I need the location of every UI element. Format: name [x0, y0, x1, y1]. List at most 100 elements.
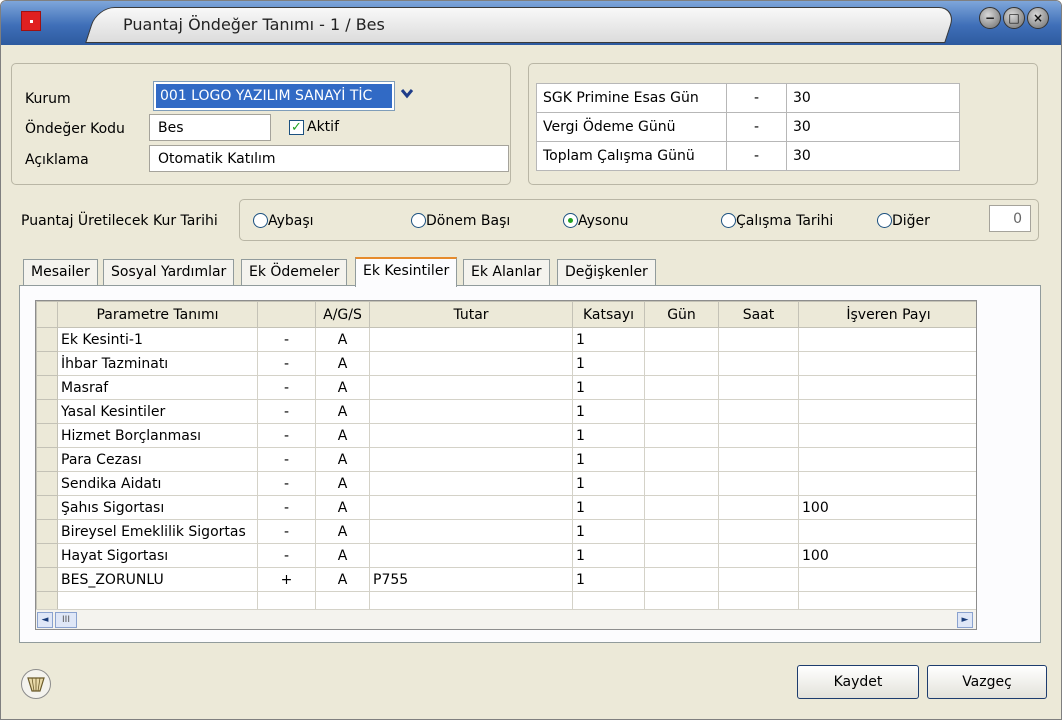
table-cell[interactable]: 1 — [572, 567, 645, 592]
table-cell[interactable] — [369, 543, 573, 568]
table-cell[interactable] — [644, 327, 719, 352]
table-cell[interactable]: Bireysel Emeklilik Sigortas — [57, 519, 258, 544]
table-cell[interactable]: 1 — [572, 423, 645, 448]
sgk-value[interactable]: 30 — [786, 83, 960, 113]
column-header[interactable]: Tutar — [369, 301, 573, 328]
table-row[interactable]: İhbar Tazminatı - A 1 — [36, 351, 976, 376]
table-cell[interactable] — [718, 495, 799, 520]
tab-ek-kesintiler[interactable]: Ek Kesintiler — [355, 257, 458, 287]
table-row[interactable]: Para Cezası - A 1 — [36, 447, 976, 472]
table-cell[interactable] — [718, 399, 799, 424]
table-cell[interactable]: - — [257, 447, 316, 472]
table-row[interactable]: Hayat Sigortası - A 1 100 — [36, 543, 976, 568]
table-cell[interactable]: Para Cezası — [57, 447, 258, 472]
table-cell[interactable] — [718, 375, 799, 400]
table-cell[interactable]: - — [257, 375, 316, 400]
table-cell[interactable] — [798, 567, 976, 592]
table-row[interactable]: Hizmet Borçlanması - A 1 — [36, 423, 976, 448]
table-cell[interactable]: 1 — [572, 519, 645, 544]
table-cell[interactable] — [798, 375, 976, 400]
table-cell[interactable] — [644, 519, 719, 544]
column-header[interactable] — [257, 301, 316, 328]
horizontal-scrollbar[interactable]: ◄ III ► — [36, 609, 976, 629]
table-cell[interactable] — [644, 375, 719, 400]
table-cell[interactable] — [369, 423, 573, 448]
table-cell[interactable]: A — [315, 327, 370, 352]
table-row[interactable]: Yasal Kesintiler - A 1 — [36, 399, 976, 424]
aktif-checkbox[interactable]: ✓ — [289, 120, 304, 135]
table-cell[interactable]: A — [315, 423, 370, 448]
table-cell[interactable]: A — [315, 399, 370, 424]
column-header[interactable]: Parametre Tanımı — [57, 301, 258, 328]
chevron-down-icon[interactable] — [395, 81, 419, 111]
sgk-value[interactable]: 30 — [786, 141, 960, 171]
table-cell[interactable]: 1 — [572, 375, 645, 400]
table-cell[interactable]: 1 — [572, 399, 645, 424]
vazgec-button[interactable]: Vazgeç — [927, 665, 1047, 699]
table-cell[interactable] — [644, 399, 719, 424]
table-cell[interactable]: A — [315, 543, 370, 568]
row-header[interactable] — [36, 567, 58, 592]
table-cell[interactable]: İhbar Tazminatı — [57, 351, 258, 376]
table-cell[interactable]: Hizmet Borçlanması — [57, 423, 258, 448]
kaydet-button[interactable]: Kaydet — [797, 665, 919, 699]
diger-value-field[interactable]: 0 — [989, 205, 1031, 232]
table-cell[interactable] — [718, 327, 799, 352]
table-cell[interactable] — [644, 543, 719, 568]
maximize-button[interactable]: □ — [1003, 7, 1025, 29]
table-cell[interactable] — [644, 447, 719, 472]
tab-ek-alanlar[interactable]: Ek Alanlar — [463, 259, 550, 285]
table-cell[interactable]: P755 — [369, 567, 573, 592]
column-header[interactable]: A/G/S — [315, 301, 370, 328]
table-cell[interactable]: Şahıs Sigortası — [57, 495, 258, 520]
table-cell[interactable]: 100 — [798, 543, 976, 568]
table-cell[interactable]: 1 — [572, 495, 645, 520]
table-cell[interactable]: A — [315, 495, 370, 520]
tab-ek-odemeler[interactable]: Ek Ödemeler — [241, 259, 348, 285]
table-cell[interactable] — [369, 399, 573, 424]
shape-icon[interactable] — [21, 669, 51, 699]
scroll-right-icon[interactable]: ► — [957, 612, 973, 628]
minimize-button[interactable]: − — [979, 7, 1001, 29]
table-cell[interactable] — [798, 327, 976, 352]
row-header[interactable] — [36, 399, 58, 424]
table-cell[interactable] — [369, 375, 573, 400]
radio-diger[interactable]: Diğer — [877, 213, 930, 229]
table-cell[interactable]: Ek Kesinti-1 — [57, 327, 258, 352]
table-cell[interactable] — [644, 423, 719, 448]
table-cell[interactable] — [644, 351, 719, 376]
table-cell[interactable]: - — [257, 423, 316, 448]
table-cell[interactable] — [718, 471, 799, 496]
table-row[interactable]: Ek Kesinti-1- A 1 — [36, 327, 976, 352]
close-button[interactable]: × — [1027, 7, 1049, 29]
tab-sosyal-yardimlar[interactable]: Sosyal Yardımlar — [103, 259, 235, 285]
row-header[interactable] — [36, 327, 58, 352]
table-cell[interactable] — [798, 519, 976, 544]
table-cell[interactable]: 1 — [572, 543, 645, 568]
table-cell[interactable] — [369, 327, 573, 352]
table-cell[interactable]: A — [315, 375, 370, 400]
table-cell[interactable] — [718, 567, 799, 592]
table-cell[interactable] — [718, 447, 799, 472]
table-cell[interactable]: Hayat Sigortası — [57, 543, 258, 568]
column-header[interactable]: İşveren Payı — [798, 301, 976, 328]
radio-aysonu[interactable]: Aysonu — [563, 213, 629, 229]
radio-calisma-tarihi[interactable]: Çalışma Tarihi — [721, 213, 833, 229]
table-row[interactable]: Masraf - A 1 — [36, 375, 976, 400]
column-header[interactable]: Gün — [644, 301, 719, 328]
row-header[interactable] — [36, 471, 58, 496]
table-cell[interactable] — [369, 519, 573, 544]
column-header[interactable]: Katsayı — [572, 301, 645, 328]
table-row[interactable]: Şahıs Sigortası - A 1 100 — [36, 495, 976, 520]
table-cell[interactable]: Sendika Aidatı — [57, 471, 258, 496]
tab-degiskenler[interactable]: Değişkenler — [557, 259, 656, 285]
table-cell[interactable]: - — [257, 399, 316, 424]
table-cell[interactable]: Yasal Kesintiler — [57, 399, 258, 424]
app-icon[interactable] — [21, 11, 41, 31]
table-cell[interactable] — [369, 495, 573, 520]
row-header[interactable] — [36, 495, 58, 520]
table-cell[interactable] — [369, 351, 573, 376]
table-row[interactable]: Sendika Aidatı - A 1 — [36, 471, 976, 496]
scroll-thumb[interactable]: III — [55, 612, 77, 628]
ondeger-kodu-field[interactable]: Bes — [149, 114, 271, 141]
